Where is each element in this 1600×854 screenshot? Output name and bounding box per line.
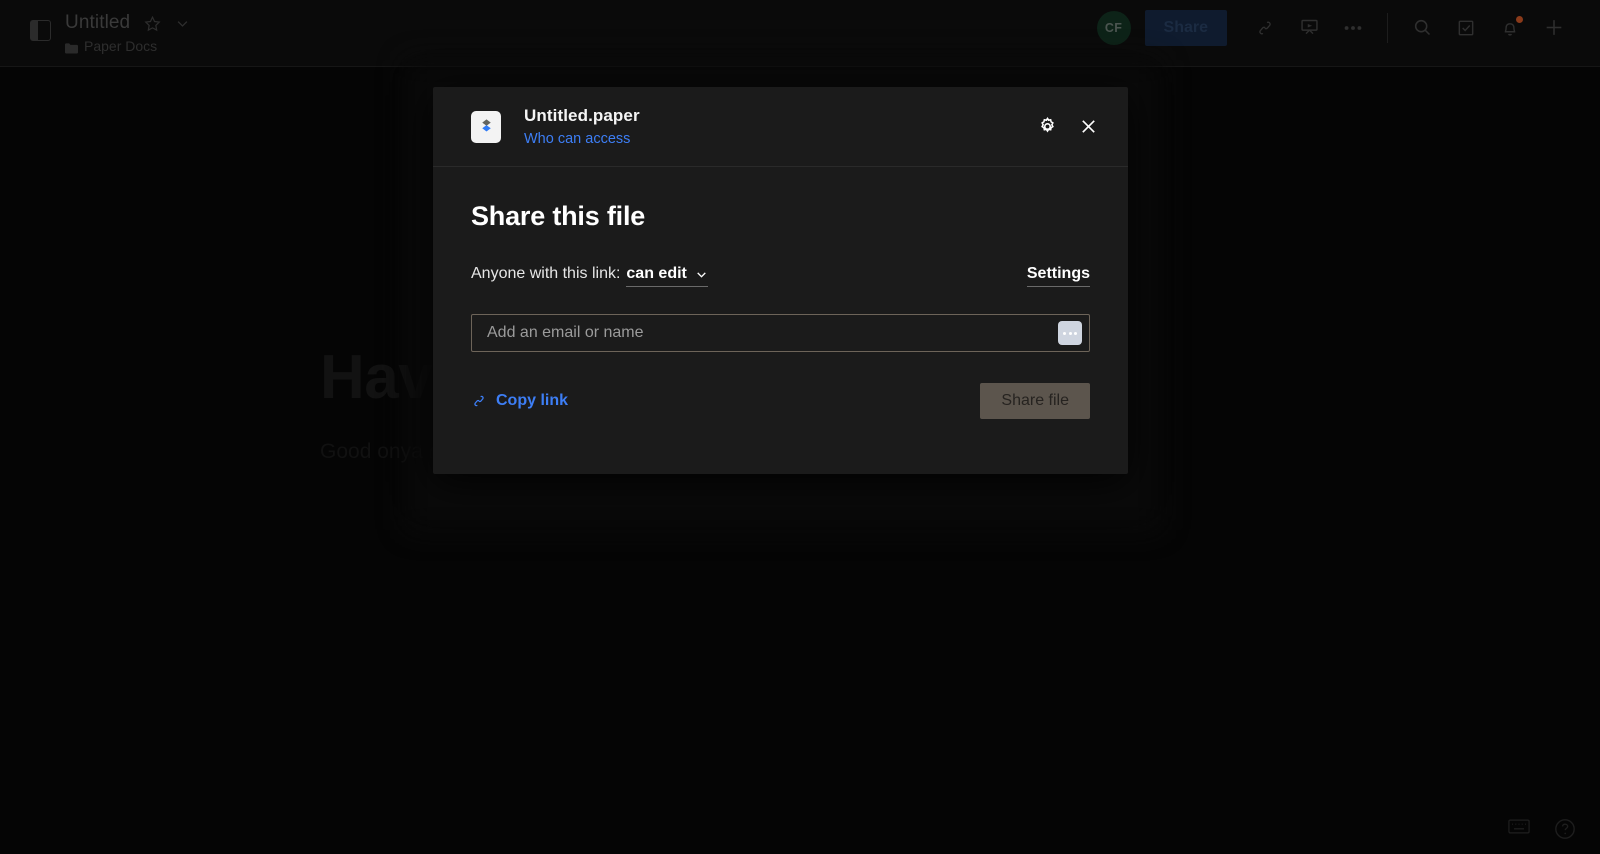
help-question-icon[interactable] (1554, 818, 1576, 840)
dot (1068, 331, 1072, 335)
bottom-helper-bar (1508, 818, 1576, 840)
ellipsis-icon[interactable] (1342, 17, 1364, 39)
share-modal-header-actions (1035, 115, 1100, 139)
search-icon[interactable] (1411, 17, 1433, 39)
keyboard-shortcuts-icon[interactable] (1508, 818, 1530, 840)
close-icon[interactable] (1076, 115, 1100, 139)
share-modal-footer: Copy link Share file (471, 383, 1090, 419)
avatar[interactable]: CF (1096, 10, 1131, 45)
document-title-row: Untitled (65, 12, 190, 34)
link-permission-label: Anyone with this link: (471, 265, 621, 282)
share-modal-file-name: Untitled.paper (524, 106, 640, 125)
copy-link-button[interactable]: Copy link (471, 392, 568, 410)
link-icon[interactable] (1254, 17, 1276, 39)
email-field[interactable] (471, 314, 1090, 352)
gear-icon[interactable] (1035, 115, 1059, 139)
page-title[interactable]: Untitled (65, 12, 130, 34)
share-modal-heading: Share this file (471, 201, 646, 231)
breadcrumb-label: Paper Docs (84, 38, 158, 54)
plus-icon[interactable] (1543, 17, 1565, 39)
link-permission-row: Anyone with this link: can edit Settings (471, 265, 1090, 287)
link-permission-dropdown[interactable]: can edit (626, 265, 708, 287)
chevron-down-icon (695, 268, 708, 281)
chevron-down-icon[interactable] (175, 16, 190, 31)
copy-link-label: Copy link (496, 392, 569, 409)
search-input[interactable] (487, 324, 1058, 342)
dropbox-paper-file-icon (471, 110, 501, 143)
top-bar-left: Untitled Paper Docs (0, 0, 190, 54)
breadcrumb[interactable]: Paper Docs (65, 38, 190, 54)
share-modal-file-info: Untitled.paper Who can access (524, 106, 640, 147)
sidebar-toggle-icon[interactable] (30, 20, 51, 41)
sidebar-toggle-pane (31, 21, 38, 40)
who-can-access-link[interactable]: Who can access (524, 131, 640, 147)
todo-checkbox-icon[interactable] (1455, 17, 1477, 39)
document-title-block: Untitled Paper Docs (65, 12, 190, 54)
app-window: Have Good onya m Untitled Paper Docs CF … (0, 0, 1600, 854)
top-bar-right: CF Share (1096, 10, 1576, 46)
star-icon[interactable] (144, 15, 161, 32)
share-modal-body: Share this file Anyone with this link: c… (433, 167, 1128, 419)
dot (1074, 331, 1077, 335)
folder-icon (65, 41, 78, 54)
share-modal: Untitled.paper Who can access Share this… (433, 87, 1128, 474)
toolbar-divider (1387, 12, 1388, 43)
settings-link[interactable]: Settings (1026, 265, 1090, 287)
bell-icon[interactable] (1499, 15, 1523, 39)
link-permission-value: can edit (626, 265, 687, 282)
ellipsis-contacts-icon[interactable] (1058, 321, 1082, 345)
dot (1063, 331, 1066, 335)
top-bar: Untitled Paper Docs CF Share (0, 0, 1600, 67)
share-modal-header: Untitled.paper Who can access (433, 87, 1128, 167)
link-icon (471, 393, 487, 409)
notification-badge (1516, 15, 1523, 23)
sidebar-toggle-body (38, 21, 50, 40)
share-file-button[interactable]: Share file (980, 383, 1090, 419)
share-button[interactable]: Share (1144, 10, 1227, 46)
presentation-icon[interactable] (1298, 17, 1320, 39)
